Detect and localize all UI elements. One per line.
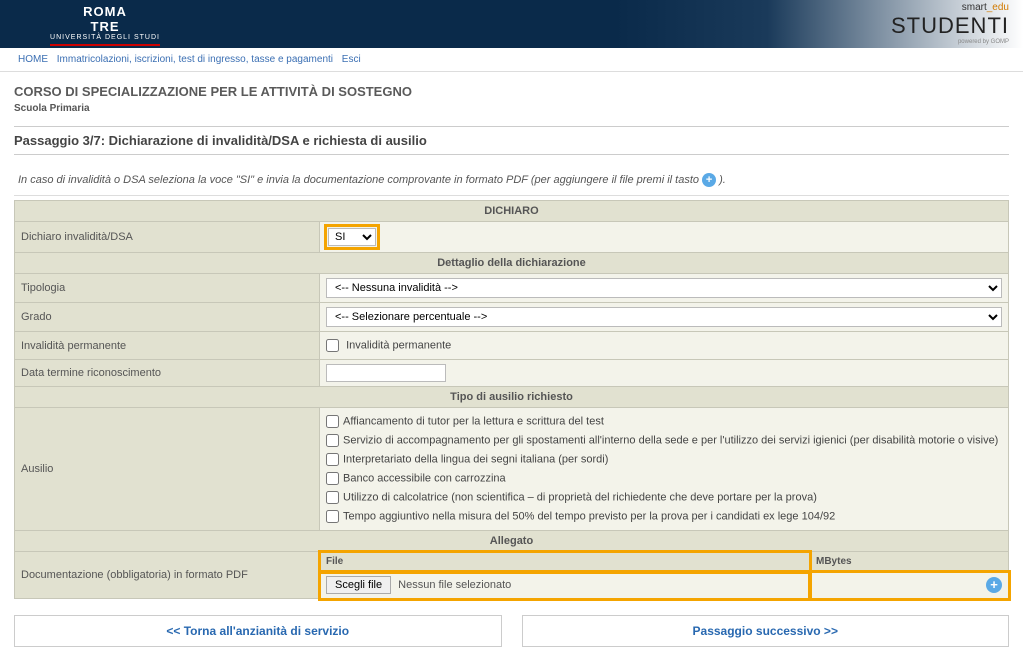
label-ausilio: Ausilio [15, 408, 320, 531]
crumb-esci[interactable]: Esci [342, 54, 361, 65]
ausilio-opt-3[interactable]: Banco accessibile con carrozzina [326, 469, 1002, 488]
ausilio-opt-0[interactable]: Affiancamento di tutor per la lettura e … [326, 412, 1002, 431]
logo-line2: TRE [91, 19, 120, 34]
inv-perm-text: Invalidità permanente [346, 339, 451, 351]
label-dichiaro-inv: Dichiaro invalidità/DSA [15, 222, 320, 253]
crumb-immatric[interactable]: Immatricolazioni, iscrizioni, test di in… [57, 54, 333, 65]
intro-part-a: In caso di invalidità o DSA seleziona la… [18, 174, 702, 186]
grado-select[interactable]: <-- Selezionare percentuale --> [326, 307, 1002, 327]
brand-edu: _edu [987, 2, 1009, 13]
section-tipo-ausilio: Tipo di ausilio richiesto [15, 387, 1009, 408]
file-cell: Scegli file Nessun file selezionato [320, 572, 810, 599]
file-col-header: File [320, 552, 810, 572]
ausilio-chk-0[interactable] [326, 415, 339, 428]
tipologia-select[interactable]: <-- Nessuna invalidità --> [326, 278, 1002, 298]
label-inv-perm: Invalidità permanente [15, 332, 320, 360]
page-subtitle: Scuola Primaria [14, 103, 1009, 114]
university-logo: ROMA TRE UNIVERSITÀ DEGLI STUDI [50, 0, 160, 46]
brand-powered: powered by GOMP [891, 39, 1009, 45]
ausilio-opt-4[interactable]: Utilizzo di calcolatrice (non scientific… [326, 488, 1002, 507]
page-title: CORSO DI SPECIALIZZAZIONE PER LE ATTIVIT… [14, 84, 1009, 99]
next-step-button[interactable]: Passaggio successivo >> [522, 615, 1010, 647]
plus-icon: + [702, 173, 716, 187]
mbytes-cell: + [810, 572, 1009, 599]
inv-perm-checkbox[interactable] [326, 339, 339, 352]
ausilio-opt-1[interactable]: Servizio di accompagnamento per gli spos… [326, 431, 1002, 450]
ausilio-options-cell: Affiancamento di tutor per la lettura e … [320, 408, 1009, 531]
label-data-termine: Data termine riconoscimento [15, 360, 320, 387]
section-dettaglio: Dettaglio della dichiarazione [15, 253, 1009, 274]
logo-line1: ROMA [83, 4, 127, 19]
inv-perm-row[interactable]: Invalidità permanente [326, 336, 1002, 355]
section-dichiaro: DICHIARO [15, 201, 1009, 222]
add-file-button[interactable]: + [986, 577, 1002, 593]
intro-text: In caso di invalidità o DSA seleziona la… [14, 165, 1009, 196]
file-status-text: Nessun file selezionato [398, 579, 511, 591]
ausilio-opt-2[interactable]: Interpretariato della lingua dei segni i… [326, 450, 1002, 469]
intro-part-b: ). [719, 174, 726, 186]
section-allegato: Allegato [15, 531, 1009, 552]
ausilio-chk-5[interactable] [326, 510, 339, 523]
brand-right: smart_edu STUDENTI powered by GOMP [891, 2, 1009, 45]
ausilio-opt-5[interactable]: Tempo aggiuntivo nella misura del 50% de… [326, 507, 1002, 526]
logo-line3: UNIVERSITÀ DEGLI STUDI [50, 34, 160, 41]
top-header: ROMA TRE UNIVERSITÀ DEGLI STUDI smart_ed… [0, 0, 1023, 48]
ausilio-chk-3[interactable] [326, 472, 339, 485]
bottom-nav: << Torna all'anzianità di servizio Passa… [14, 615, 1009, 647]
prev-step-button[interactable]: << Torna all'anzianità di servizio [14, 615, 502, 647]
ausilio-chk-1[interactable] [326, 434, 339, 447]
crumb-home[interactable]: HOME [18, 54, 48, 65]
label-grado: Grado [15, 303, 320, 332]
mbytes-col-header: MBytes [810, 552, 1009, 572]
choose-file-button[interactable]: Scegli file [326, 576, 391, 594]
brand-studenti: STUDENTI [891, 13, 1009, 39]
declaration-form: DICHIARO Dichiaro invalidità/DSA SI Dett… [14, 200, 1009, 599]
dichiaro-select[interactable]: SI [328, 228, 376, 246]
step-heading: Passaggio 3/7: Dichiarazione di invalidi… [14, 126, 1009, 155]
label-tipologia: Tipologia [15, 274, 320, 303]
ausilio-chk-4[interactable] [326, 491, 339, 504]
ausilio-chk-2[interactable] [326, 453, 339, 466]
brand-smart: smart [962, 2, 987, 13]
data-termine-input[interactable] [326, 364, 446, 382]
label-doc-pdf: Documentazione (obbligatoria) in formato… [15, 552, 320, 599]
breadcrumb: HOME Immatricolazioni, iscrizioni, test … [0, 48, 1023, 72]
